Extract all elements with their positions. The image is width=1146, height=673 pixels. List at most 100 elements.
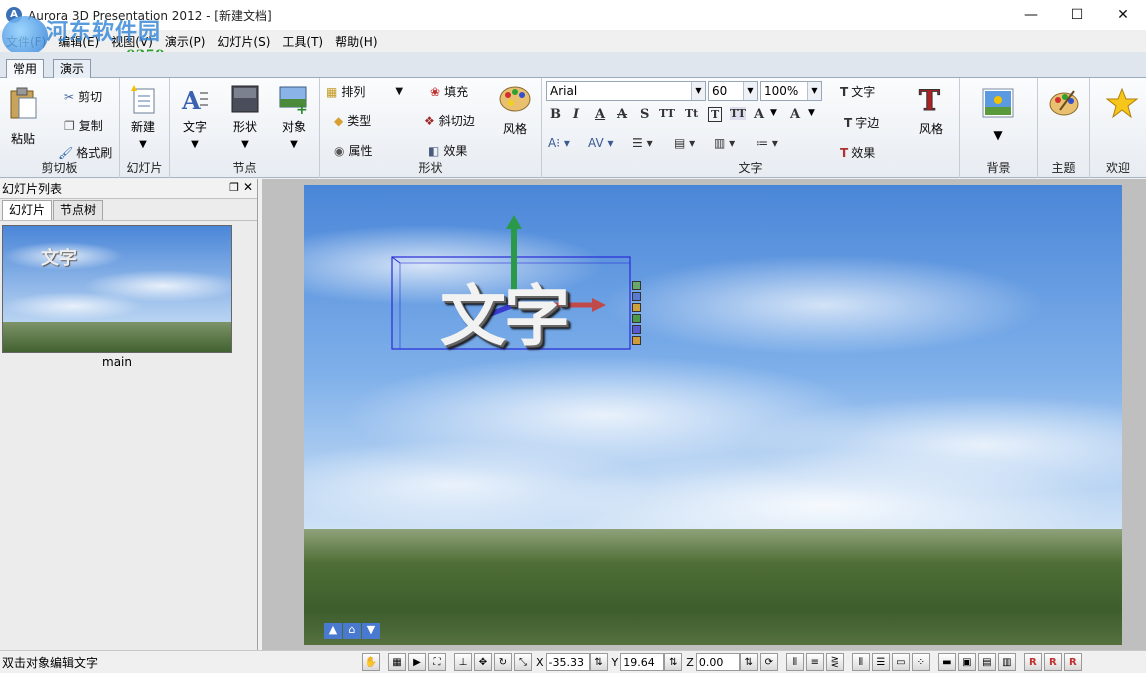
z-coordinate-field[interactable]: 0.00: [695, 653, 740, 671]
menu-file[interactable]: 文件(F): [0, 33, 52, 50]
arrange-dropdown-icon[interactable]: ▼: [395, 86, 403, 97]
insert-object-button[interactable]: + 对象 ▼: [278, 84, 310, 150]
insert-shape-dropdown-icon[interactable]: ▼: [241, 139, 249, 150]
rotate-tool-icon[interactable]: ↻: [494, 653, 512, 671]
bullets-button[interactable]: ≔ ▾: [756, 136, 778, 150]
hand-tool-icon[interactable]: ✋: [362, 653, 380, 671]
menu-view[interactable]: 视图(V): [105, 33, 159, 50]
distribute-v-icon[interactable]: ☰: [871, 653, 890, 671]
text-align-button[interactable]: A⁝ ▾: [548, 136, 570, 150]
maximize-button[interactable]: ☐: [1054, 0, 1100, 30]
line-spacing-button[interactable]: ☰ ▾: [632, 136, 653, 150]
highlight-button[interactable]: A: [790, 107, 800, 122]
align-right-icon[interactable]: ⋛: [825, 653, 844, 671]
text-style-gallery-button[interactable]: T 风格: [916, 84, 946, 137]
layout-1-icon[interactable]: ▬: [937, 653, 956, 671]
property-button[interactable]: ◉ 属性: [334, 142, 373, 159]
border-text-button[interactable]: T: [708, 107, 723, 122]
nav-down-icon[interactable]: ▼: [362, 623, 380, 639]
layout-4-icon[interactable]: ▥: [997, 653, 1016, 671]
reset-1-icon[interactable]: R: [1023, 653, 1042, 671]
layout-3-icon[interactable]: ▤: [977, 653, 996, 671]
arrange-button[interactable]: ▦ 排列 ▼: [326, 83, 403, 100]
underline-button[interactable]: A: [595, 107, 605, 122]
text-color-dropdown-icon[interactable]: ▼: [770, 108, 777, 118]
superscript-button[interactable]: TT: [659, 107, 675, 120]
move-tool-icon[interactable]: ✥: [474, 653, 492, 671]
x-spin-icon[interactable]: ⇅: [589, 653, 608, 671]
insert-shape-button[interactable]: 形状 ▼: [230, 84, 260, 150]
text-style-button[interactable]: T 文字: [840, 83, 875, 100]
font-family-select[interactable]: Arial ▼: [546, 81, 706, 101]
new-slide-button[interactable]: 新建 ▼: [128, 84, 158, 150]
x-coordinate-field[interactable]: -35.33: [545, 653, 590, 671]
menu-help[interactable]: 帮助(H): [329, 33, 383, 50]
minimize-button[interactable]: —: [1008, 0, 1054, 30]
bevel-button[interactable]: ❖ 斜切边: [424, 112, 475, 129]
refresh-icon[interactable]: ⟳: [759, 653, 778, 671]
welcome-button[interactable]: [1106, 88, 1138, 118]
font-size-dropdown-icon[interactable]: ▼: [743, 82, 757, 100]
fullscreen-icon[interactable]: ⛶: [428, 653, 446, 671]
distribute-h-icon[interactable]: ⦀: [851, 653, 870, 671]
slide-thumbnail[interactable]: 文字: [2, 225, 232, 353]
close-button[interactable]: ✕: [1100, 0, 1146, 30]
new-slide-dropdown-icon[interactable]: ▼: [139, 139, 147, 150]
tab-slides[interactable]: 幻灯片: [2, 200, 53, 220]
zoom-select[interactable]: 100% ▼: [760, 81, 822, 101]
text-color-button[interactable]: A: [754, 107, 764, 122]
effect-button[interactable]: ◧ 效果: [428, 142, 467, 159]
y-spin-icon[interactable]: ⇅: [664, 653, 683, 671]
flatten-icon[interactable]: ▭: [891, 653, 910, 671]
select-all-icon[interactable]: ⁘: [911, 653, 930, 671]
menu-slide[interactable]: 幻灯片(S): [211, 33, 276, 50]
nav-up-icon[interactable]: ▲: [324, 623, 342, 639]
menu-edit[interactable]: 编辑(E): [52, 33, 105, 50]
background-dropdown-icon[interactable]: ▼: [993, 128, 1002, 142]
columns-button[interactable]: ▥ ▾: [714, 136, 735, 150]
handle-anim-icon[interactable]: [632, 336, 641, 345]
caps-button[interactable]: TT: [730, 107, 746, 120]
paste-button[interactable]: 粘贴: [8, 86, 38, 147]
handle-layer-icon[interactable]: [632, 325, 641, 334]
bold-button[interactable]: B: [550, 107, 561, 122]
insert-text-dropdown-icon[interactable]: ▼: [191, 139, 199, 150]
close-panel-icon[interactable]: ✕: [243, 180, 253, 194]
tab-common[interactable]: 常用: [6, 59, 45, 78]
paragraph-align-button[interactable]: ▤ ▾: [674, 136, 695, 150]
reset-3-icon[interactable]: R: [1063, 653, 1082, 671]
grid-view-icon[interactable]: ▦: [388, 653, 406, 671]
handle-scale-icon[interactable]: [632, 303, 641, 312]
insert-object-dropdown-icon[interactable]: ▼: [290, 139, 298, 150]
theme-button[interactable]: [1048, 88, 1080, 118]
shadow-button[interactable]: S: [640, 107, 649, 122]
insert-text-button[interactable]: A 文字 ▼: [180, 84, 210, 150]
italic-button[interactable]: I: [573, 107, 579, 122]
menu-tools[interactable]: 工具(T): [276, 33, 329, 50]
shape-style-button[interactable]: 风格: [498, 84, 532, 137]
tab-node-tree[interactable]: 节点树: [53, 200, 104, 220]
menu-present[interactable]: 演示(P): [159, 33, 212, 50]
char-spacing-button[interactable]: AV ▾: [588, 136, 614, 150]
text-edge-button[interactable]: T 字边: [844, 114, 879, 131]
axis-icon[interactable]: ⊥: [454, 653, 472, 671]
handle-rotate-icon[interactable]: [632, 292, 641, 301]
strikethrough-button[interactable]: A: [617, 107, 627, 122]
layout-2-icon[interactable]: ▣: [957, 653, 976, 671]
reset-2-icon[interactable]: R: [1043, 653, 1062, 671]
copy-button[interactable]: ❐ 复制: [64, 117, 103, 134]
scene-viewport[interactable]: 文字 ▲ ⌂ ▼: [304, 185, 1122, 645]
tab-present[interactable]: 演示: [53, 59, 92, 78]
zoom-dropdown-icon[interactable]: ▼: [807, 82, 821, 100]
scale-tool-icon[interactable]: ⤡: [514, 653, 532, 671]
font-family-dropdown-icon[interactable]: ▼: [691, 82, 705, 100]
float-panel-icon[interactable]: ❐: [229, 181, 239, 194]
type-button[interactable]: ◆ 类型: [334, 112, 371, 129]
play-icon[interactable]: ▶: [408, 653, 426, 671]
font-size-select[interactable]: 60 ▼: [708, 81, 758, 101]
align-center-icon[interactable]: ≡: [805, 653, 824, 671]
fill-button[interactable]: ❀ 填充: [430, 83, 468, 100]
handle-move-icon[interactable]: [632, 281, 641, 290]
nav-home-icon[interactable]: ⌂: [343, 623, 361, 639]
highlight-dropdown-icon[interactable]: ▼: [808, 108, 815, 118]
